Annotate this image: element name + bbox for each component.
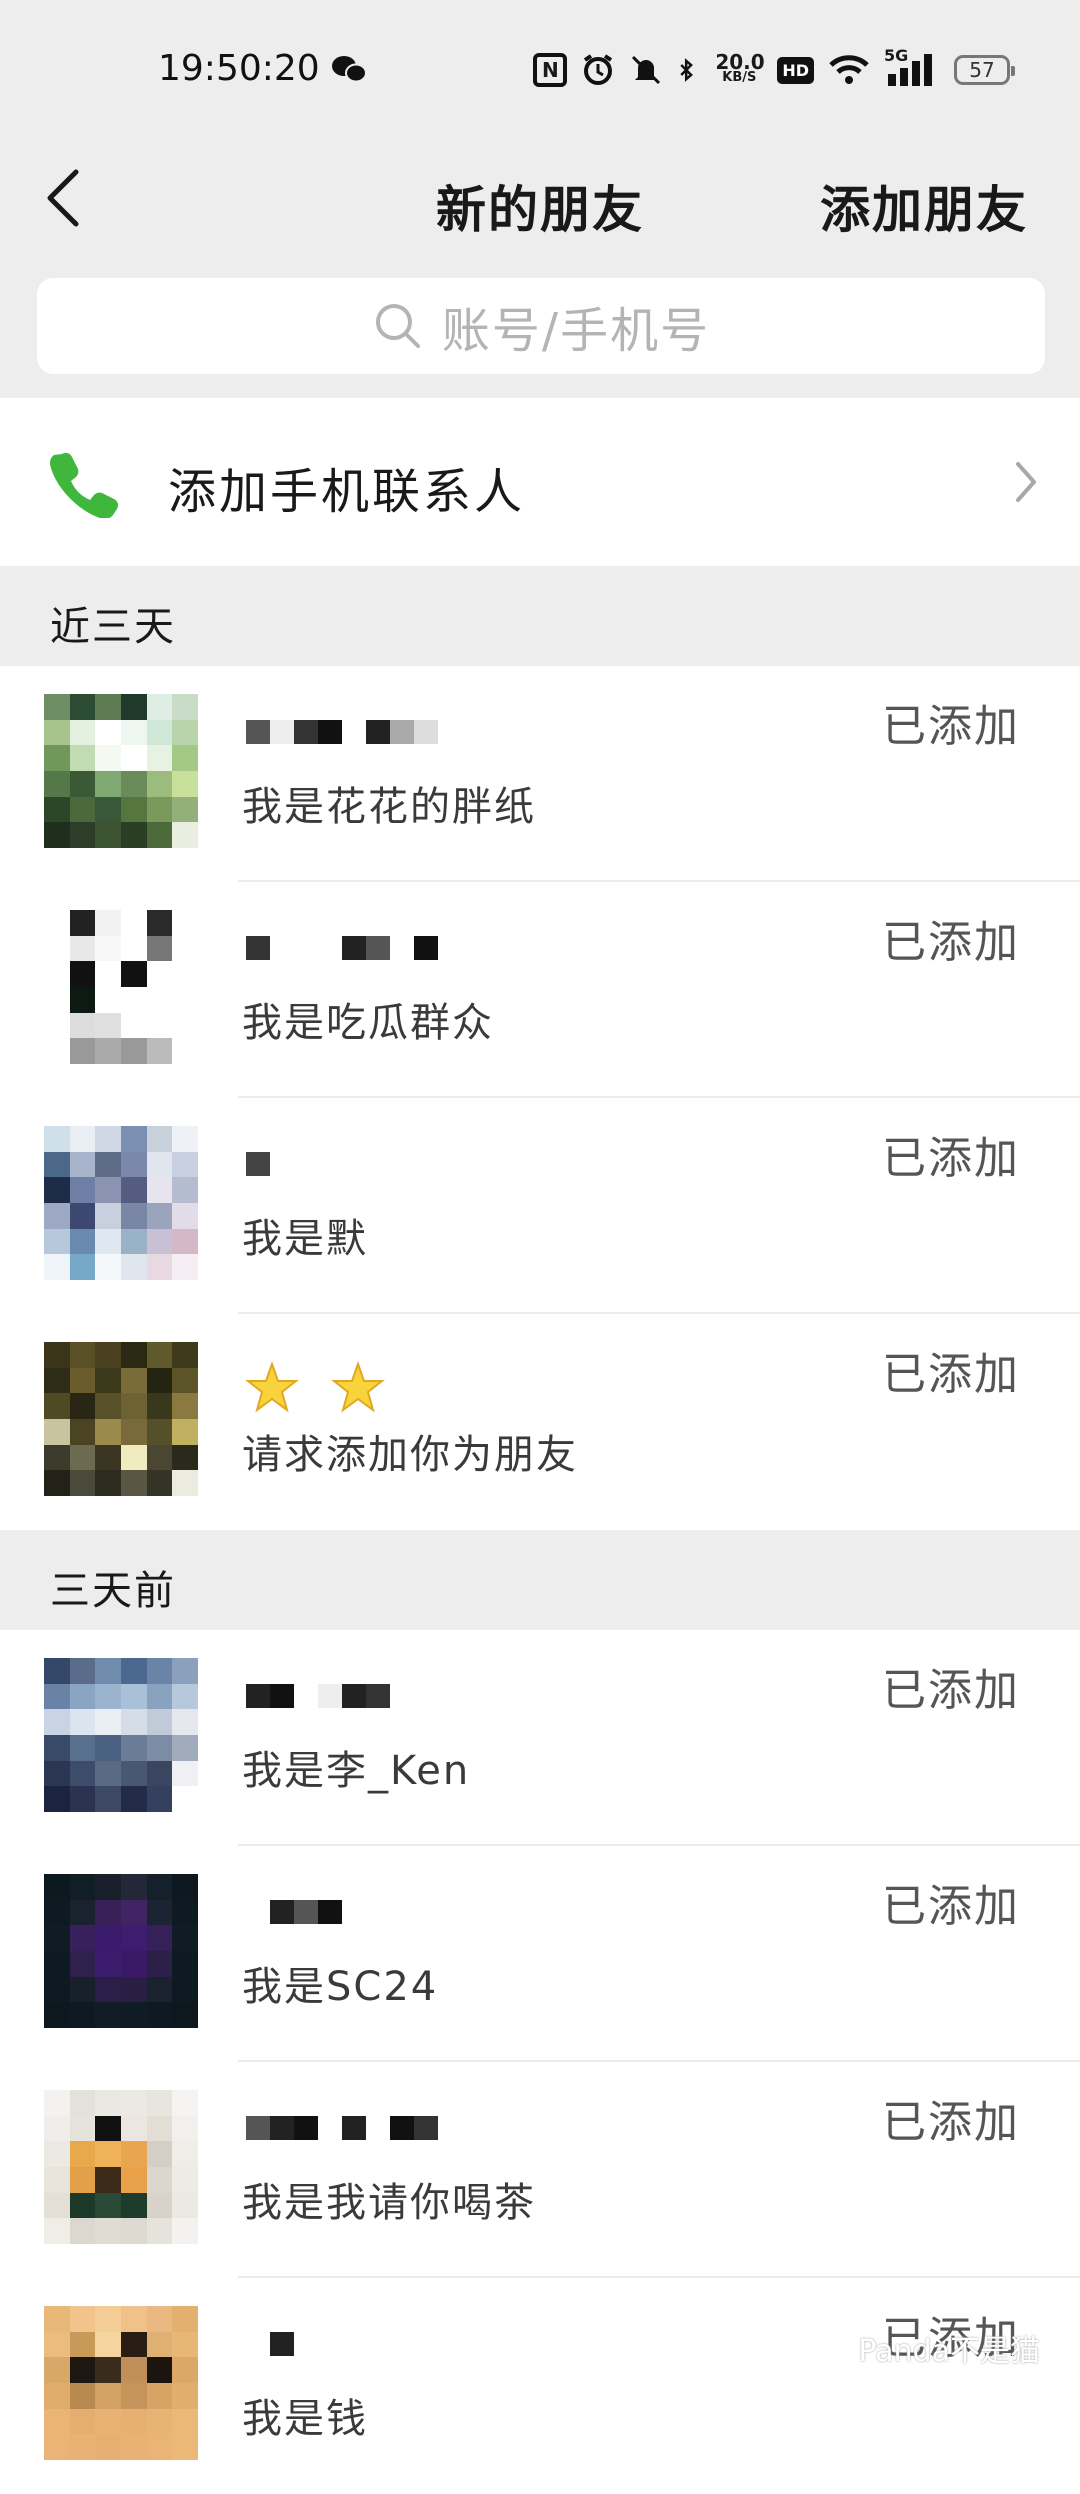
- added-status: 已添加: [882, 2097, 1020, 2148]
- request-message: 我是钱: [242, 2396, 368, 2442]
- network-speed-value: 20.0: [715, 50, 765, 74]
- added-status: 已添加: [882, 701, 1020, 752]
- section-header: 近三天: [0, 566, 1080, 666]
- phone-icon: [50, 453, 118, 518]
- watermark-text: Panda不是猫: [858, 2334, 1040, 2369]
- friend-request-item[interactable]: 我是钱 已添加: [0, 2278, 1080, 2494]
- avatar: [44, 1342, 198, 1496]
- search-icon: [375, 304, 420, 348]
- request-message: 我是SC24: [242, 1964, 439, 2010]
- star-emoji-icon: [331, 1360, 385, 1413]
- request-message: 我是吃瓜群众: [242, 1000, 494, 1046]
- blurred-nickname: [246, 714, 438, 744]
- nfc-icon: N: [533, 53, 568, 87]
- blurred-nickname: [246, 1146, 270, 1176]
- blurred-nickname: [246, 930, 438, 960]
- friend-request-item[interactable]: 我是我请你喝茶 已添加: [0, 2062, 1080, 2278]
- avatar: [44, 2090, 198, 2244]
- search-placeholder: 账号/手机号: [441, 303, 711, 359]
- wechat-logo-icon: [811, 2333, 850, 2362]
- avatar: [44, 1874, 198, 2028]
- status-time: 19:50:20: [158, 48, 320, 89]
- add-phone-contacts-row[interactable]: 添加手机联系人: [0, 398, 1080, 566]
- friend-request-item[interactable]: 我是吃瓜群众 已添加: [0, 882, 1080, 1098]
- added-status: 已添加: [882, 917, 1020, 968]
- blurred-nickname: [246, 2326, 294, 2356]
- wechat-notification-icon: [332, 56, 367, 83]
- wifi-icon: [829, 55, 869, 84]
- section-title: 近三天: [50, 604, 176, 650]
- add-phone-contacts-label: 添加手机联系人: [168, 464, 526, 520]
- search-input[interactable]: 账号/手机号: [37, 278, 1045, 374]
- friend-request-item[interactable]: 我是花花的胖纸 已添加: [0, 666, 1080, 882]
- blurred-nickname: [246, 2110, 438, 2140]
- network-speed-unit: KB/S: [722, 70, 757, 85]
- avatar: [44, 694, 198, 848]
- mute-bell-icon: [632, 55, 661, 85]
- status-icons: N 20.0 KB/S HD 5G 57: [533, 46, 1015, 90]
- friend-request-item[interactable]: 我是SC24 已添加: [0, 1846, 1080, 2062]
- nav-bar: 新的朋友 添加朋友: [0, 140, 1080, 260]
- added-status: 已添加: [882, 1665, 1020, 1716]
- status-bar: 19:50:20 N 20.0 KB/S HD 5G 57: [0, 0, 1080, 140]
- battery-indicator: 57: [954, 55, 1015, 85]
- watermark: Panda不是猫: [810, 2326, 1040, 2370]
- blurred-nickname: [246, 1678, 390, 1708]
- hd-badge: HD: [777, 56, 814, 84]
- avatar: [44, 910, 198, 1064]
- section-header: 三天前: [0, 1530, 1080, 1630]
- network-speed: 20.0 KB/S: [715, 50, 765, 86]
- request-message: 我是花花的胖纸: [242, 784, 536, 830]
- alarm-icon: [584, 54, 613, 85]
- avatar: [44, 2306, 198, 2460]
- cellular-signal: 5G: [884, 46, 940, 88]
- request-message: 我是我请你喝茶: [242, 2180, 536, 2226]
- friend-request-item[interactable]: 请求添加你为朋友 已添加: [0, 1314, 1080, 1530]
- nickname-stars: [244, 1360, 386, 1416]
- request-message: 请求添加你为朋友: [242, 1432, 578, 1478]
- avatar: [44, 1126, 198, 1280]
- signal-bars-icon: [888, 54, 932, 86]
- request-message: 我是默: [242, 1216, 368, 1262]
- friend-request-item[interactable]: 我是李_Ken 已添加: [0, 1630, 1080, 1846]
- added-status: 已添加: [882, 1349, 1020, 1400]
- star-emoji-icon: [245, 1360, 299, 1413]
- add-friend-button[interactable]: 添加朋友: [820, 170, 1028, 242]
- bluetooth-icon: [680, 58, 694, 82]
- friend-list-recent: 我是花花的胖纸 已添加 我是吃瓜群众 已添加 我是默 已添加 请求添加你为朋友 …: [0, 666, 1080, 1530]
- section-title: 三天前: [50, 1568, 176, 1614]
- blurred-nickname: [246, 1894, 342, 1924]
- request-message: 我是李_Ken: [242, 1748, 471, 1794]
- friend-request-item[interactable]: 我是默 已添加: [0, 1098, 1080, 1314]
- chevron-right-icon: [1016, 462, 1036, 502]
- added-status: 已添加: [882, 1881, 1020, 1932]
- added-status: 已添加: [882, 1133, 1020, 1184]
- avatar: [44, 1658, 198, 1812]
